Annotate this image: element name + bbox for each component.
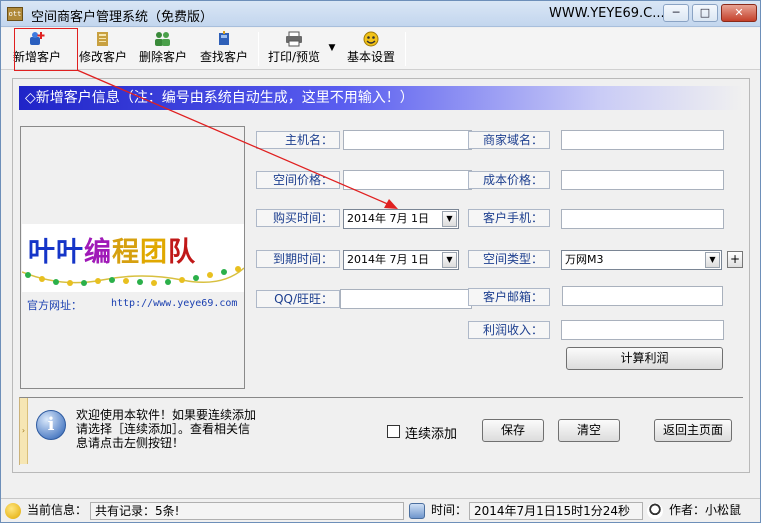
delete-user-icon <box>155 32 170 46</box>
smile-icon <box>5 503 21 519</box>
space-price-label: 空间价格： <box>256 171 340 189</box>
host-input[interactable] <box>343 130 472 150</box>
edit-user-icon <box>97 32 108 46</box>
official-site-label: 官方网址： <box>27 299 82 312</box>
host-label: 主机名： <box>256 131 340 149</box>
window-title-url: WWW.YEYE69.C... <box>549 6 665 21</box>
logo-char: 叶 <box>28 237 56 268</box>
panda-icon <box>647 503 663 519</box>
logo-char: 团 <box>140 237 168 268</box>
minimize-button[interactable]: ─ <box>663 4 689 22</box>
team-logo-text: 叶叶编程团队 <box>28 230 196 269</box>
space-type-select[interactable]: 万网M3 ▼ <box>561 250 722 270</box>
buy-time-value: 2014年 7月 1日 <box>347 212 429 225</box>
logo-char: 程 <box>112 237 140 268</box>
customer-email-input[interactable] <box>562 286 723 306</box>
welcome-message: 欢迎使用本软件！如果要连续添加请选择［连续添加］。查看相关信息请点击左侧按钮！ <box>76 408 257 450</box>
official-site-url[interactable]: http://www.yeye69.com <box>111 298 237 309</box>
qq-input[interactable] <box>340 289 472 309</box>
chevron-down-icon[interactable]: ▼ <box>705 252 720 268</box>
delete-customer-label: 删除客户 <box>138 50 187 64</box>
merchant-domain-input[interactable] <box>561 130 724 150</box>
annotation-highlight-box <box>14 28 78 71</box>
print-preview-label: 打印/预览 <box>267 50 321 64</box>
settings-icon <box>363 31 379 47</box>
continuous-add-label: 连续添加 <box>405 427 458 442</box>
logo-char: 队 <box>168 237 196 268</box>
profit-label: 利润收入： <box>468 321 550 339</box>
qq-label: QQ/旺旺： <box>256 290 340 308</box>
collapse-arrow-icon[interactable]: › <box>20 398 28 464</box>
expire-time-datepicker[interactable]: 2014年 7月 1日 ▼ <box>343 250 459 270</box>
expire-time-value: 2014年 7月 1日 <box>347 253 429 266</box>
continuous-add-checkbox[interactable] <box>387 425 400 438</box>
back-to-home-button[interactable]: 返回主页面 <box>654 419 732 442</box>
logo-char: 叶 <box>56 237 84 268</box>
title-bar: ott 空间商客户管理系统（免费版） WWW.YEYE69.C... ─ □ ✕ <box>1 1 760 27</box>
find-customer-button[interactable]: 查找客户 <box>195 29 253 67</box>
toolbar: 新增客户 修改客户 删除客户 查找客户 打印/预览 ▼ 基本设置 <box>1 28 760 70</box>
basic-settings-label: 基本设置 <box>346 50 395 64</box>
logo-dot-garland <box>22 266 244 286</box>
author-text: 作者：小松鼠 <box>669 503 742 517</box>
delete-customer-button[interactable]: 删除客户 <box>134 29 192 67</box>
app-icon: ott <box>7 7 23 21</box>
customer-email-label: 客户邮箱： <box>468 288 550 306</box>
info-icon: i <box>36 410 66 440</box>
logo-box: 叶叶编程团队 官方网址： http://www.yeye69.com <box>20 126 245 389</box>
customer-phone-input[interactable] <box>561 209 724 229</box>
cost-price-label: 成本价格： <box>468 171 550 189</box>
print-icon <box>286 31 302 47</box>
find-customer-label: 查找客户 <box>199 50 248 64</box>
space-price-input[interactable] <box>343 170 472 190</box>
save-button[interactable]: 保存 <box>482 419 544 442</box>
expire-time-label: 到期时间： <box>256 250 340 268</box>
section-banner: ◇新增客户信息（注：编号由系统自动生成，这里不用输入！） <box>19 86 743 110</box>
window-title: 空间商客户管理系统（免费版） <box>31 10 214 25</box>
time-value: 2014年7月1日15时1分24秒 <box>469 502 643 520</box>
add-space-type-button[interactable]: + <box>727 251 743 268</box>
customer-phone-label: 客户手机： <box>468 209 550 227</box>
space-type-label: 空间类型： <box>468 250 550 268</box>
basic-settings-button[interactable]: 基本设置 <box>342 29 400 67</box>
cost-price-input[interactable] <box>561 170 724 190</box>
time-label: 时间： <box>431 503 468 517</box>
status-bar: 当前信息： 共有记录：5条! 时间： 2014年7月1日15时1分24秒 作者：… <box>1 498 760 522</box>
profit-input[interactable] <box>561 320 724 340</box>
clear-button[interactable]: 清空 <box>558 419 620 442</box>
maximize-button[interactable]: □ <box>692 4 718 22</box>
merchant-domain-label: 商家域名： <box>468 131 550 149</box>
team-logo: 叶叶编程团队 <box>22 224 244 292</box>
print-dropdown-arrow[interactable]: ▼ <box>325 29 339 67</box>
buy-time-datepicker[interactable]: 2014年 7月 1日 ▼ <box>343 209 459 229</box>
app-window: ott 空间商客户管理系统（免费版） WWW.YEYE69.C... ─ □ ✕… <box>0 0 761 523</box>
print-preview-button[interactable]: 打印/预览 <box>263 29 325 67</box>
calculate-profit-button[interactable]: 计算利润 <box>566 347 723 370</box>
logo-char: 编 <box>84 237 112 268</box>
message-bar: › i 欢迎使用本软件！如果要连续添加请选择［连续添加］。查看相关信息请点击左侧… <box>19 397 743 465</box>
clock-icon <box>409 503 425 519</box>
toolbar-separator <box>405 32 406 66</box>
add-customer-panel: ◇新增客户信息（注：编号由系统自动生成，这里不用输入！） 叶叶编程团队 官方网址… <box>12 78 750 473</box>
close-button[interactable]: ✕ <box>721 4 757 22</box>
buy-time-label: 购买时间： <box>256 209 340 227</box>
current-info-label: 当前信息： <box>27 503 88 517</box>
record-count: 共有记录：5条! <box>90 502 404 520</box>
space-type-value: 万网M3 <box>565 253 604 266</box>
find-user-icon <box>219 31 229 45</box>
toolbar-separator <box>258 32 259 66</box>
edit-customer-button[interactable]: 修改客户 <box>74 29 132 67</box>
edit-customer-label: 修改客户 <box>78 50 127 64</box>
chevron-down-icon[interactable]: ▼ <box>442 252 457 268</box>
chevron-down-icon[interactable]: ▼ <box>442 211 457 227</box>
